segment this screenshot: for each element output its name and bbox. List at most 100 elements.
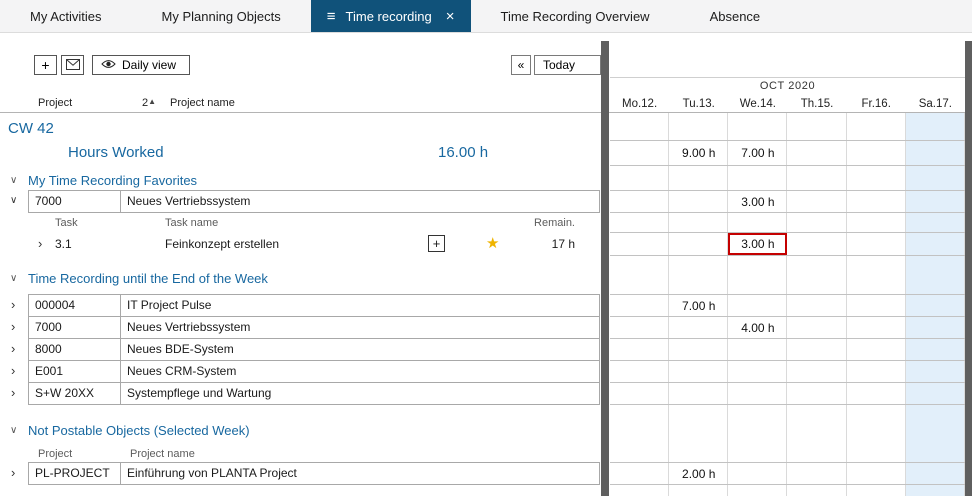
section-week-recording-header[interactable]: ∨ Time Recording until the End of the We… — [0, 271, 600, 287]
section-title: Time Recording until the End of the Week — [28, 271, 268, 286]
task-id: 3.1 — [55, 237, 72, 251]
day-grid-row: 4.00 h — [610, 316, 965, 339]
day-cell[interactable]: 4.00 h — [728, 321, 787, 335]
project-name-cell[interactable]: Neues CRM-System — [120, 360, 600, 383]
tab-time-recording-overview[interactable]: Time Recording Overview — [471, 0, 680, 32]
calendar-header-divider — [610, 77, 965, 78]
day-grid-row: 3.00 h — [610, 190, 965, 213]
column-header-project-name[interactable]: Project name — [170, 97, 235, 109]
previous-period-button[interactable]: « — [511, 55, 531, 75]
section-not-postable-header[interactable]: ∨ Not Postable Objects (Selected Week) — [0, 423, 600, 439]
tab-label: My Planning Objects — [162, 9, 281, 24]
daily-view-label: Daily view — [122, 58, 176, 72]
tab-my-planning-objects[interactable]: My Planning Objects — [132, 0, 311, 32]
collapse-section-icon[interactable]: ∨ — [10, 425, 17, 436]
collapse-section-icon[interactable]: ∨ — [10, 273, 17, 284]
project-row[interactable]: › 8000 Neues BDE-System — [0, 338, 965, 361]
favorite-star-icon[interactable]: ★ — [486, 234, 499, 252]
sort-indicator[interactable]: 2▲ — [142, 97, 156, 109]
day-grid-row — [610, 360, 965, 383]
project-id-cell[interactable]: 7000 — [28, 316, 121, 339]
project-row[interactable]: ∨ 7000 Neues Vertriebssystem 3.00 h — [0, 190, 965, 213]
day-header-row: Mo.12. Tu.13. We.14. Th.15. Fr.16. Sa.17… — [610, 95, 965, 113]
project-row[interactable]: › E001 Neues CRM-System — [0, 360, 965, 383]
project-id-cell[interactable]: S+W 20XX — [28, 382, 121, 405]
tab-label: Time Recording Overview — [501, 9, 650, 24]
add-button[interactable]: + — [34, 55, 57, 75]
project-id-cell[interactable]: PL-PROJECT — [28, 462, 121, 485]
project-name-cell[interactable]: Neues BDE-System — [120, 338, 600, 361]
expand-row-icon[interactable]: › — [11, 363, 15, 378]
column-header-project[interactable]: Project — [38, 97, 72, 109]
day-cell[interactable]: 2.00 h — [669, 467, 728, 481]
day-cell[interactable]: 7.00 h — [669, 299, 728, 313]
tab-bar: My Activities My Planning Objects ≡ Time… — [0, 0, 972, 33]
expand-row-icon[interactable]: › — [11, 341, 15, 356]
section-title: Not Postable Objects (Selected Week) — [28, 423, 250, 438]
day-grid-row: 2.00 h — [610, 462, 965, 485]
sort-ascending-icon: ▲ — [148, 97, 156, 106]
month-label: OCT 2020 — [610, 80, 965, 92]
collapse-section-icon[interactable]: ∨ — [10, 175, 17, 186]
section-favorites-header[interactable]: ∨ My Time Recording Favorites — [0, 173, 600, 189]
expand-row-icon[interactable]: › — [11, 319, 15, 334]
add-booking-button[interactable]: + — [428, 235, 445, 252]
collapse-row-icon[interactable]: ∨ — [10, 195, 17, 206]
tab-my-activities[interactable]: My Activities — [0, 0, 132, 32]
day-header: We.14. — [728, 95, 787, 113]
expand-row-icon[interactable]: › — [11, 297, 15, 312]
section-title: My Time Recording Favorites — [28, 173, 197, 188]
tab-time-recording[interactable]: ≡ Time recording × — [311, 0, 471, 32]
not-postable-rows: › PL-PROJECT Einführung von PLANTA Proje… — [0, 462, 965, 485]
tab-label: My Activities — [30, 9, 102, 24]
day-header: Sa.17. — [906, 95, 965, 113]
week-recording-rows: › 000004 IT Project Pulse 7.00 h › 7000 … — [0, 294, 965, 405]
project-id-cell[interactable]: E001 — [28, 360, 121, 383]
close-tab-icon[interactable]: × — [446, 9, 455, 24]
project-row[interactable]: › 000004 IT Project Pulse 7.00 h — [0, 294, 965, 317]
tab-absence[interactable]: Absence — [680, 0, 791, 32]
day-cell-highlighted[interactable]: 3.00 h — [728, 233, 787, 255]
vertical-scrollbar[interactable] — [965, 41, 972, 496]
daily-view-button[interactable]: Daily view — [92, 55, 190, 75]
project-name-cell[interactable]: Systempflege und Wartung — [120, 382, 600, 405]
day-header: Tu.13. — [669, 95, 728, 113]
project-name-column-subheader: Project name — [130, 448, 195, 460]
day-header: Th.15. — [787, 95, 846, 113]
project-name-cell[interactable]: Einführung von PLANTA Project — [120, 462, 600, 485]
project-row[interactable]: › S+W 20XX Systempflege und Wartung — [0, 382, 965, 405]
expand-task-icon[interactable]: › — [38, 236, 42, 251]
project-id-cell[interactable]: 8000 — [28, 338, 121, 361]
project-column-subheader: Project — [38, 448, 72, 460]
project-row[interactable]: › 7000 Neues Vertriebssystem 4.00 h — [0, 316, 965, 339]
task-column-header: Task — [55, 217, 78, 229]
project-id-cell[interactable]: 000004 — [28, 294, 121, 317]
tab-label: Absence — [710, 9, 761, 24]
day-cell[interactable]: 7.00 h — [728, 146, 787, 160]
project-row[interactable]: › PL-PROJECT Einführung von PLANTA Proje… — [0, 462, 965, 485]
hours-worked-label: Hours Worked — [68, 144, 164, 161]
today-button[interactable]: Today — [534, 55, 601, 75]
task-name: Feinkonzept erstellen — [165, 237, 279, 251]
project-id-cell[interactable]: 7000 — [28, 190, 121, 213]
day-cell[interactable]: 3.00 h — [728, 195, 787, 209]
project-name-cell[interactable]: Neues Vertriebssystem — [120, 316, 600, 339]
day-header: Mo.12. — [610, 95, 669, 113]
hamburger-menu-icon[interactable]: ≡ — [327, 9, 336, 24]
project-name-cell[interactable]: IT Project Pulse — [120, 294, 600, 317]
hours-worked-total: 16.00 h — [438, 144, 488, 161]
application-window: My Activities My Planning Objects ≡ Time… — [0, 0, 972, 496]
expand-row-icon[interactable]: › — [11, 385, 15, 400]
task-name-column-header: Task name — [165, 217, 218, 229]
eye-icon — [101, 58, 116, 72]
mail-button[interactable] — [61, 55, 84, 75]
hours-worked-day-row: 9.00 h 7.00 h — [610, 140, 965, 166]
day-grid-row: 7.00 h — [610, 294, 965, 317]
calendar-week-label: CW 42 — [8, 120, 54, 137]
project-name-cell[interactable]: Neues Vertriebssystem — [120, 190, 600, 213]
panel-splitter[interactable] — [601, 41, 609, 496]
task-row[interactable]: › 3.1 Feinkonzept erstellen + ★ 17 h 3.0… — [0, 232, 965, 256]
expand-row-icon[interactable]: › — [11, 465, 15, 480]
day-cell[interactable]: 9.00 h — [669, 146, 728, 160]
day-grid-row: 3.00 h — [610, 232, 965, 256]
